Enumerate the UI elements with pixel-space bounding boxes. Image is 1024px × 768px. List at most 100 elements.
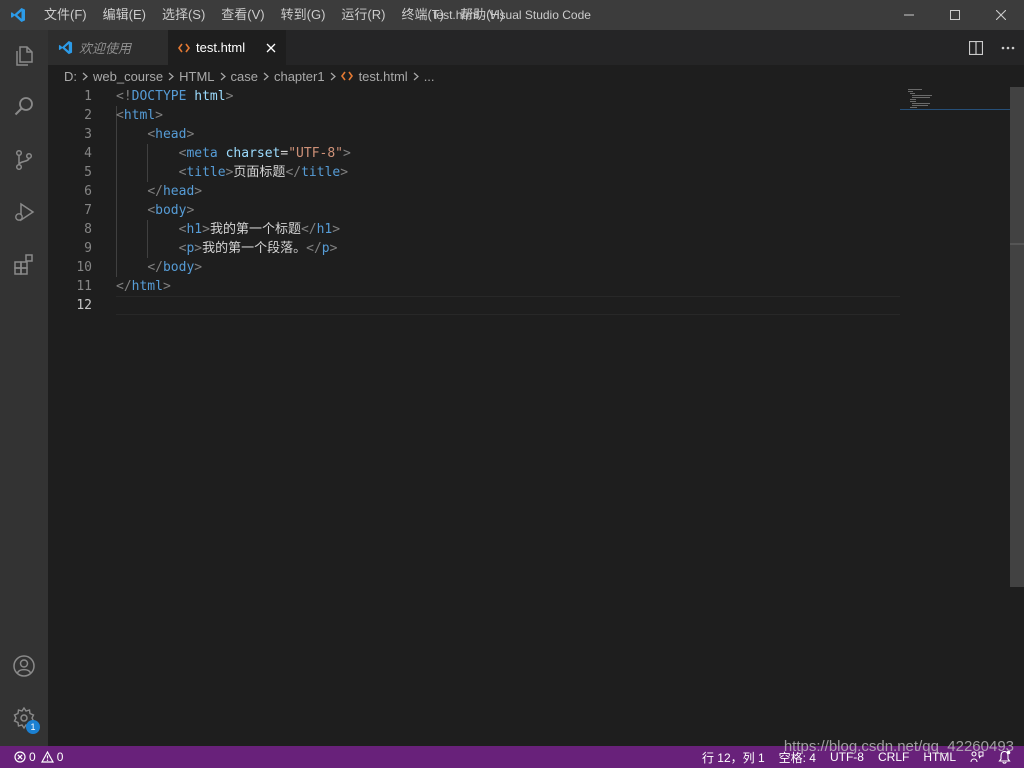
breadcrumb: D: web_course HTML case chapter1 test.ht… <box>48 65 1024 87</box>
html-file-icon <box>178 43 190 53</box>
error-icon <box>14 751 26 763</box>
line-number-gutter: 1 2 3 4 5 6 7 8 9 10 11 12 <box>48 87 100 746</box>
menu-bar: 文件(F) 编辑(E) 选择(S) 查看(V) 转到(G) 运行(R) 终端(T… <box>36 0 512 30</box>
code-line-10: </body> <box>147 260 203 275</box>
minimap-line <box>910 107 917 108</box>
code-line-11: </html> <box>116 279 171 294</box>
activity-bar: 1 <box>0 30 48 746</box>
minimap-line <box>912 95 932 96</box>
minimap-line <box>908 91 913 92</box>
status-bar-left: 0 0 <box>0 746 70 768</box>
line-number: 9 <box>84 241 92 256</box>
line-number: 7 <box>84 203 92 218</box>
html-file-icon <box>340 71 353 81</box>
more-actions-icon[interactable] <box>992 30 1024 65</box>
minimap-line <box>912 105 928 106</box>
breadcrumb-file[interactable]: test.html <box>340 68 408 84</box>
scrollbar-thumb[interactable] <box>1010 87 1024 587</box>
menu-selection[interactable]: 选择(S) <box>154 0 213 30</box>
maximize-icon <box>950 10 960 20</box>
cursor-position[interactable]: 行 12，列 1 <box>695 746 772 768</box>
chevron-right-icon <box>82 72 88 81</box>
search-icon[interactable] <box>0 80 48 132</box>
breadcrumb-web-course[interactable]: web_course <box>93 69 163 84</box>
source-control-icon[interactable] <box>0 134 48 186</box>
chevron-right-icon <box>263 72 269 81</box>
line-number: 5 <box>84 165 92 180</box>
tab-label: test.html <box>196 40 246 55</box>
tab-test-html[interactable]: test.html <box>168 30 286 65</box>
breadcrumb-chapter1[interactable]: chapter1 <box>274 69 325 84</box>
title-bar: 文件(F) 编辑(E) 选择(S) 查看(V) 转到(G) 运行(R) 终端(T… <box>0 0 1024 30</box>
minimap-line <box>910 99 916 100</box>
code-line-4: <meta charset="UTF-8"> <box>178 146 351 161</box>
line-number: 2 <box>84 108 92 123</box>
settings-gear-icon[interactable]: 1 <box>0 692 48 744</box>
vscode-logo-icon <box>58 40 73 55</box>
editor-actions <box>960 30 1024 65</box>
vertical-scrollbar[interactable] <box>1010 87 1024 746</box>
explorer-icon[interactable] <box>0 30 48 82</box>
chevron-right-icon <box>330 72 336 81</box>
minimap-viewport <box>900 109 1010 110</box>
menu-view[interactable]: 查看(V) <box>213 0 272 30</box>
code-line-2: <html> <box>116 108 163 123</box>
breadcrumb-file-label: test.html <box>358 68 408 84</box>
chevron-right-icon <box>220 72 226 81</box>
menu-file[interactable]: 文件(F) <box>36 0 95 30</box>
menu-go[interactable]: 转到(G) <box>273 0 334 30</box>
minimap-line <box>910 93 915 94</box>
run-debug-icon[interactable] <box>0 186 48 238</box>
menu-terminal[interactable]: 终端(T) <box>393 0 452 30</box>
close-icon <box>996 10 1006 20</box>
line-number: 8 <box>84 222 92 237</box>
vscode-logo-icon <box>0 0 36 30</box>
warning-icon <box>40 751 54 763</box>
code-line-5: <title>页面标题</title> <box>178 165 349 180</box>
extensions-icon[interactable] <box>0 238 48 290</box>
editor-tab-bar: 欢迎使用 test.html <box>48 30 1024 65</box>
menu-help[interactable]: 帮助(H) <box>452 0 512 30</box>
line-number: 3 <box>84 127 92 142</box>
minimap-line <box>908 89 922 90</box>
current-line-highlight <box>116 296 900 315</box>
error-count: 0 <box>29 750 36 764</box>
line-number: 10 <box>76 260 92 275</box>
chevron-right-icon <box>168 72 175 81</box>
close-window-button[interactable] <box>978 0 1024 30</box>
line-number: 4 <box>84 146 92 161</box>
window-controls <box>886 0 1024 30</box>
breadcrumb-symbols[interactable]: ... <box>424 69 435 84</box>
code-line-3: <head> <box>147 127 195 142</box>
minimize-icon <box>904 14 914 16</box>
breadcrumb-drive[interactable]: D: <box>64 69 77 84</box>
account-icon[interactable] <box>0 640 48 692</box>
breadcrumb-case[interactable]: case <box>231 69 258 84</box>
maximize-button[interactable] <box>932 0 978 30</box>
line-number: 11 <box>76 279 92 294</box>
minimap-line <box>912 103 930 104</box>
code-line-6: </head> <box>147 184 203 199</box>
menu-edit[interactable]: 编辑(E) <box>95 0 154 30</box>
code-line-9: <p>我的第一个段落。</p> <box>178 241 338 256</box>
code-line-1: <!DOCTYPE html> <box>116 89 234 104</box>
breadcrumb-html[interactable]: HTML <box>179 69 214 84</box>
minimize-button[interactable] <box>886 0 932 30</box>
close-tab-icon[interactable] <box>266 43 276 53</box>
code-editor[interactable]: 1 2 3 4 5 6 7 8 9 10 11 12 <!DOCTYPE htm… <box>48 87 1024 746</box>
code-line-7: <body> <box>147 203 195 218</box>
split-editor-icon[interactable] <box>960 30 992 65</box>
problems-indicator[interactable]: 0 0 <box>10 746 70 768</box>
minimap[interactable] <box>900 87 1010 746</box>
tab-welcome[interactable]: 欢迎使用 <box>48 30 168 65</box>
tab-label: 欢迎使用 <box>79 41 132 56</box>
watermark-url: https://blog.csdn.net/qq_42260493 <box>783 738 1014 755</box>
minimap-line <box>910 101 916 102</box>
warning-count: 0 <box>56 750 64 764</box>
settings-update-badge: 1 <box>26 720 40 734</box>
scrollbar-cursor-marker <box>1010 243 1024 245</box>
minimap-line <box>912 97 930 98</box>
chevron-right-icon <box>413 72 419 81</box>
menu-run[interactable]: 运行(R) <box>333 0 393 30</box>
line-number-current: 12 <box>76 298 92 313</box>
